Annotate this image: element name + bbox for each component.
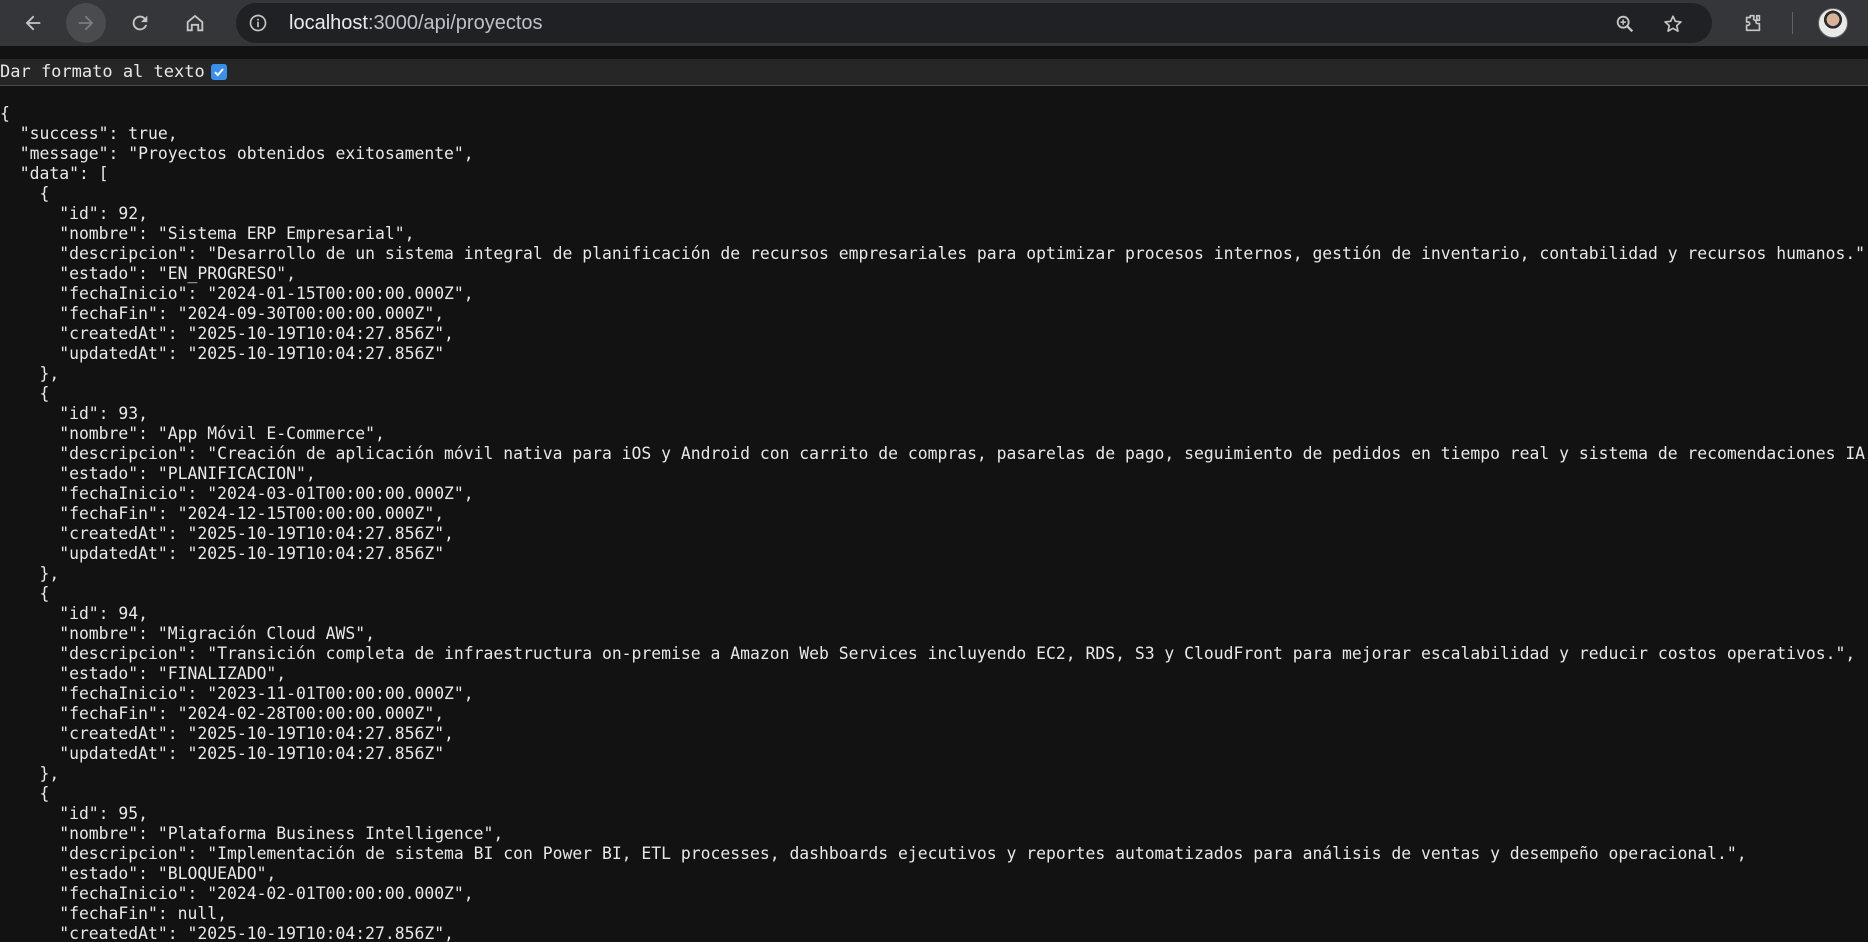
browser-toolbar: localhost:3000/api/proyectos [0,0,1868,46]
json-line: "createdAt": "2025-10-19T10:04:27.856Z", [0,924,454,942]
puzzle-icon [1745,14,1761,32]
json-line: "id": 92, [0,204,149,223]
zoom-icon[interactable] [1614,13,1636,35]
json-line: "success": true, [0,124,178,143]
json-line: "createdAt": "2025-10-19T10:04:27.856Z", [0,524,454,543]
json-line: "id": 93, [0,404,149,423]
json-line: "nombre": "App Móvil E-Commerce", [0,424,385,443]
back-arrow-icon [25,15,41,31]
forward-arrow-icon [78,15,94,31]
json-line: "fechaInicio": "2024-01-15T00:00:00.000Z… [0,284,474,303]
json-line: "estado": "BLOQUEADO", [0,864,277,883]
avatar[interactable] [1818,8,1848,38]
json-line: "estado": "PLANIFICACION", [0,464,316,483]
json-line: "descripcion": "Desarrollo de un sistema… [0,244,1868,263]
json-line: "fechaFin": null, [0,904,227,923]
json-line: }, [0,564,60,583]
json-line: "nombre": "Sistema ERP Empresarial", [0,224,415,243]
toolbar-divider [1792,12,1793,34]
forward-button[interactable] [66,3,106,43]
json-line: "createdAt": "2025-10-19T10:04:27.856Z", [0,324,454,343]
json-line: "estado": "FINALIZADO", [0,664,287,683]
json-line: "createdAt": "2025-10-19T10:04:27.856Z", [0,724,454,743]
json-line: "data": [ [0,164,109,183]
address-bar[interactable]: localhost:3000/api/proyectos [236,3,1712,43]
json-line: { [0,184,50,203]
json-viewer: { "success": true, "message": "Proyectos… [0,104,1868,942]
json-line: "fechaInicio": "2024-02-01T00:00:00.000Z… [0,884,474,903]
json-line: "nombre": "Migración Cloud AWS", [0,624,375,643]
json-line: "estado": "EN_PROGRESO", [0,264,297,283]
json-line: "fechaFin": "2024-09-30T00:00:00.000Z", [0,304,445,323]
json-line: "id": 94, [0,604,149,623]
star-icon[interactable] [1662,13,1684,35]
json-line: "updatedAt": "2025-10-19T10:04:27.856Z" [0,744,445,763]
extensions-button[interactable] [1733,3,1773,43]
json-line: "fechaFin": "2024-12-15T00:00:00.000Z", [0,504,445,523]
json-line: { [0,784,50,803]
json-line: "descripcion": "Implementación de sistem… [0,844,1747,863]
home-button[interactable] [175,3,215,43]
pretty-print-checkbox[interactable] [210,64,227,80]
json-line: "descripcion": "Creación de aplicación m… [0,444,1868,463]
home-icon [186,14,204,32]
json-line: "updatedAt": "2025-10-19T10:04:27.856Z" [0,344,445,363]
json-line: "fechaInicio": "2024-03-01T00:00:00.000Z… [0,484,474,503]
back-button[interactable] [13,3,53,43]
json-line: "message": "Proyectos obtenidos exitosam… [0,144,474,163]
checkmark-icon [213,68,224,77]
pretty-print-bar: Dar formato al texto [0,59,1868,86]
reload-icon [132,15,148,31]
json-line: }, [0,764,60,783]
json-line: "descripcion": "Transición completa de i… [0,644,1856,663]
json-line: }, [0,364,60,383]
url-path: :3000/api/proyectos [367,12,543,34]
json-line: { [0,584,50,603]
json-line: "fechaInicio": "2023-11-01T00:00:00.000Z… [0,684,474,703]
json-line: "nombre": "Plataforma Business Intellige… [0,824,504,843]
url-host: localhost [289,12,368,34]
json-line: { [0,384,50,403]
json-line: "updatedAt": "2025-10-19T10:04:27.856Z" [0,544,445,563]
json-line: "id": 95, [0,804,149,823]
json-line: "fechaFin": "2024-02-28T00:00:00.000Z", [0,704,445,723]
reload-button[interactable] [120,3,160,43]
site-info-icon[interactable] [248,13,268,33]
url-text[interactable]: localhost:3000/api/proyectos [289,12,543,35]
json-line: { [0,104,10,123]
pretty-print-label: Dar formato al texto [0,62,205,82]
